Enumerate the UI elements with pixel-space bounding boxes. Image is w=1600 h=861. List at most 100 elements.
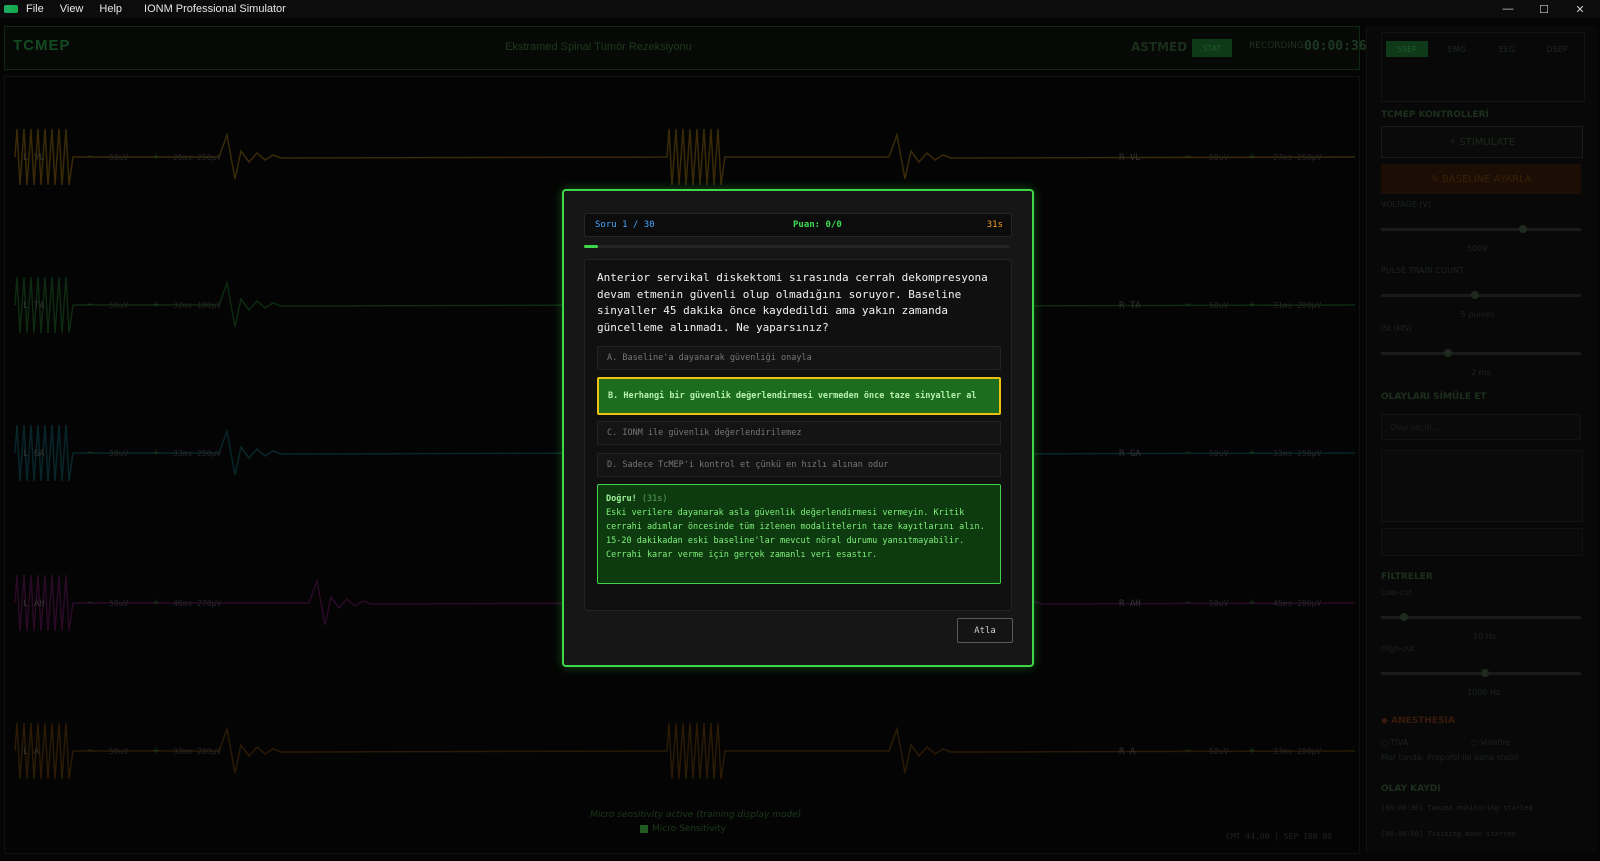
gain-value: 50uV [109,449,129,458]
gain-plus-button[interactable]: + [1247,598,1257,608]
lowcut-slider[interactable] [1381,613,1581,621]
gain-plus-button[interactable]: + [1247,152,1257,162]
gain-plus-button[interactable]: + [1247,300,1257,310]
latency-amplitude-right: 27ms 250µV [1273,153,1322,162]
event-buttons-area [1381,450,1583,522]
gain-minus-button[interactable]: − [1183,746,1193,756]
tab-eeg[interactable]: EEG [1486,41,1528,57]
bolt-icon: ⚡ [1449,136,1460,148]
latency-amplitude-right: 45ms 200µV [1273,599,1322,608]
pulse-knob[interactable] [1471,291,1480,299]
gain-minus-button[interactable]: − [1183,448,1193,458]
pencil-icon: ✎ [1430,173,1442,185]
voltage-knob[interactable] [1519,225,1528,233]
highcut-slider[interactable] [1381,669,1581,677]
anesthesia-tiva[interactable]: ○ TIVA [1381,738,1408,747]
gain-value: 50uV [1209,153,1229,162]
monitor-header: TCMEP Ekstramed Spinal Tümör Rezeksiyonu… [4,26,1367,70]
gain-plus-button[interactable]: + [151,598,161,608]
isi-knob[interactable] [1444,349,1453,357]
pulse-value: 5 pulses [1461,310,1495,319]
voltage-slider[interactable] [1381,225,1581,233]
close-icon[interactable]: ✕ [1562,0,1598,18]
menu-view[interactable]: View [60,3,84,15]
baseline-button[interactable]: ✎ BASELİNE AYARLA [1381,164,1581,194]
stat-badge[interactable]: STAT [1192,39,1232,57]
gain-minus-button[interactable]: − [85,152,95,162]
record-status: RECORDING [1249,41,1304,51]
quiz-modal: Soru 1 / 30 Puan: 0/0 31s Anterior servi… [562,189,1034,667]
latency-amplitude-left: 33ms 280µV [173,747,222,756]
gain-minus-button[interactable]: − [1183,300,1193,310]
gain-minus-button[interactable]: − [1183,598,1193,608]
gain-value: 50uV [1209,301,1229,310]
gain-value: 50uV [109,153,129,162]
channel-label-right: R TA [1119,301,1141,311]
quiz-progress-fill [584,245,599,248]
minimize-icon[interactable]: — [1490,0,1526,18]
maximize-icon[interactable]: ☐ [1526,0,1562,18]
gain-minus-button[interactable]: − [85,598,95,608]
gain-minus-button[interactable]: − [85,300,95,310]
modality-tabs: SSEP EMG EEG DSEP [1381,32,1585,102]
anesthesia-note: Mor tonda: Propofol ile daha stabil [1381,753,1519,762]
gain-value: 50uV [1209,599,1229,608]
gain-minus-button[interactable]: − [85,746,95,756]
app-icon [4,5,18,13]
skip-button[interactable]: Atla [957,618,1013,643]
latency-amplitude-left: 32ms 180µV [173,301,222,310]
option-c[interactable]: C. IONM ile güvenlik değerlendirilemez [597,421,1001,445]
pulse-slider[interactable] [1381,291,1581,299]
countdown: 31s [986,220,1003,230]
channel-label-left: L AH [23,599,45,609]
latency-amplitude-right: 33ms 250µV [1273,449,1322,458]
gain-value: 50uV [1209,449,1229,458]
lowcut-value: 10 Hz [1473,632,1496,641]
channel-label-right: R VL [1119,153,1141,163]
stimulate-label: STIMULATE [1459,136,1515,148]
case-title: Ekstramed Spinal Tümör Rezeksiyonu [505,41,692,53]
latency-amplitude-right: 31ms 290µV [1273,301,1322,310]
gain-value: 50uV [1209,747,1229,756]
stimulate-button[interactable]: ⚡ STIMULATE [1381,126,1583,158]
latency-amplitude-left: 33ms 250µV [173,449,222,458]
channel-label-right: R GA [1119,449,1141,459]
filters-title: FİLTRELER [1381,572,1433,582]
gain-plus-button[interactable]: + [151,152,161,162]
option-d[interactable]: D. Sadece TcMEP'i kontrol et çünkü en hı… [597,453,1001,477]
micro-checkbox[interactable] [640,825,648,833]
gain-plus-button[interactable]: + [151,448,161,458]
gain-plus-button[interactable]: + [151,300,161,310]
feedback-box: Doğru! (31s) Eski verilere dayanarak asl… [597,484,1001,584]
option-b[interactable]: B. Herhangi bir güvenlik değerlendirmesi… [597,377,1001,415]
gain-minus-button[interactable]: − [1183,152,1193,162]
gain-value: 50uV [109,301,129,310]
menu-file[interactable]: File [26,3,44,15]
trigger-event-button[interactable] [1381,528,1583,556]
volatile-label: Volatile [1480,738,1510,747]
menu-help[interactable]: Help [99,3,122,15]
gain-value: 50uV [109,747,129,756]
lowcut-knob[interactable] [1400,613,1409,621]
isi-slider[interactable] [1381,349,1581,357]
highcut-knob[interactable] [1480,669,1489,677]
pulse-label: PULSE TRAIN COUNT [1381,266,1464,275]
tab-ssep[interactable]: SSEP [1386,41,1428,57]
gain-plus-button[interactable]: + [151,746,161,756]
gain-plus-button[interactable]: + [1247,448,1257,458]
option-a[interactable]: A. Baseline'a dayanarak güvenliği onayla [597,346,1001,370]
tab-dsep[interactable]: DSEP [1536,41,1578,57]
elapsed-timer: 00:00:36 [1304,39,1367,54]
event-select[interactable]: Olay seçin... [1381,414,1581,440]
voltage-value: 500V [1467,244,1488,253]
micro-label: Micro Sensitivity [652,824,726,834]
title-bar: File View Help IONM Professional Simulat… [0,0,1600,18]
feedback-time: (31s) [641,494,668,504]
micro-toggle[interactable]: Micro Sensitivity [640,824,726,834]
anesthesia-volatile[interactable]: ○ Volatile [1471,738,1510,747]
question-panel: Anterior servikal diskektomi sırasında c… [584,259,1012,611]
gain-minus-button[interactable]: − [85,448,95,458]
tab-emg[interactable]: EMG [1436,41,1478,57]
gain-plus-button[interactable]: + [1247,746,1257,756]
events-title: OLAYLARI SİMÜLE ET [1381,392,1487,402]
